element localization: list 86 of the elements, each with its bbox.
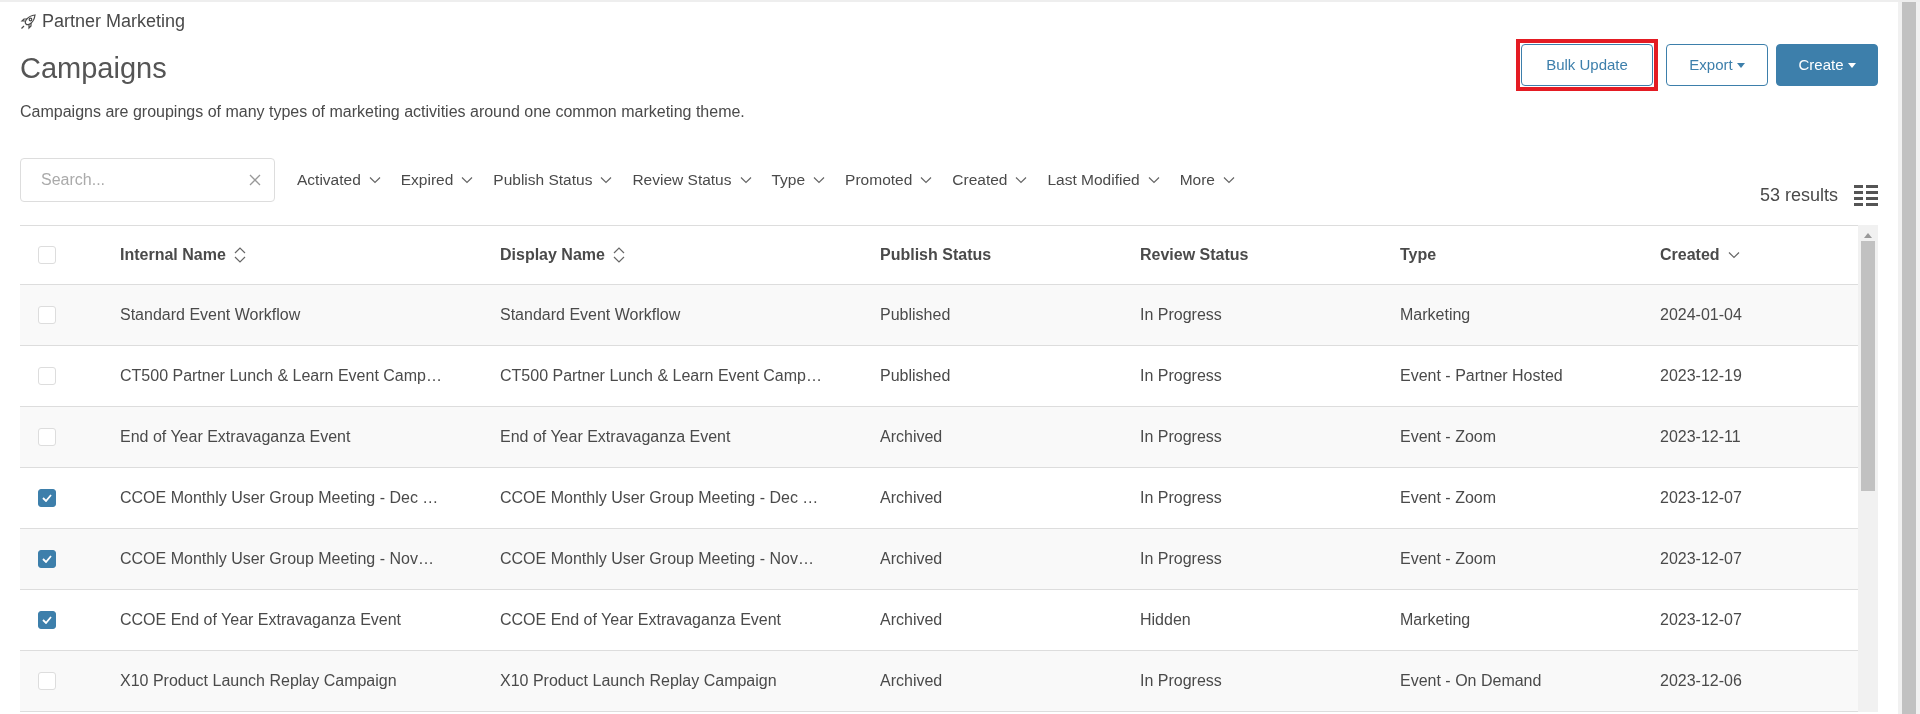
table-cell: CCOE End of Year Extravaganza Event — [120, 610, 402, 628]
table-cell: CT500 Partner Lunch & Learn Event Camp… — [120, 366, 442, 384]
outline-button[interactable]: Bulk Update — [1521, 44, 1653, 86]
checkmark-icon — [42, 554, 52, 563]
table-cell: CCOE Monthly User Group Meeting - Dec … — [120, 488, 439, 506]
outline-button[interactable]: Export — [1666, 44, 1768, 86]
table-cell: Archived — [880, 549, 943, 567]
filter-dropdown[interactable]: Last Modified — [1047, 168, 1160, 192]
table-cell: Archived — [880, 610, 943, 628]
table-cell: Event - Zoom — [1400, 427, 1497, 445]
filter-dropdown[interactable]: Created — [952, 168, 1028, 192]
table-cell: CCOE Monthly User Group Meeting - Nov… — [500, 549, 814, 567]
column-header[interactable]: Publish Status — [880, 242, 992, 267]
table-cell: Standard Event Workflow — [500, 305, 681, 323]
column-header[interactable]: Review Status — [1140, 242, 1249, 267]
table-cell: Archived — [880, 671, 943, 689]
filter-dropdown[interactable]: Expired — [400, 168, 474, 192]
breadcrumb-title: Partner Marketing — [42, 10, 186, 33]
table-cell: Event - Partner Hosted — [1400, 366, 1563, 384]
filter-dropdown[interactable]: Activated — [297, 168, 381, 192]
table-cell: In Progress — [1140, 366, 1222, 384]
filter-dropdown[interactable]: Publish Status — [493, 168, 613, 192]
table-cell: 2023-12-07 — [1660, 549, 1742, 567]
table-cell: Archived — [880, 488, 943, 506]
table-cell: 2023-12-11 — [1660, 427, 1741, 445]
chevron-down-icon[interactable] — [1727, 250, 1740, 259]
filter-dropdown[interactable]: Review Status — [632, 168, 752, 192]
filter-dropdown[interactable]: More — [1179, 168, 1235, 192]
chevron-down-icon — [600, 175, 613, 184]
table-cell: X10 Product Launch Replay Campaign — [120, 671, 397, 689]
chevron-down-icon — [1147, 175, 1160, 184]
checkbox[interactable] — [38, 488, 56, 507]
table-cell: Published — [880, 305, 951, 323]
table-cell: In Progress — [1140, 427, 1222, 445]
table-cell: Marketing — [1400, 610, 1471, 628]
table-cell: Marketing — [1400, 305, 1471, 323]
table-cell: End of Year Extravaganza Event — [120, 427, 351, 445]
filter-dropdown[interactable]: Promoted — [845, 168, 933, 192]
table-cell: CT500 Partner Lunch & Learn Event Camp… — [500, 366, 822, 384]
table-cell: 2023-12-06 — [1660, 671, 1742, 689]
table-cell: 2023-12-07 — [1660, 610, 1742, 628]
chevron-down-icon — [1223, 175, 1235, 184]
primary-button[interactable]: Create — [1776, 44, 1878, 86]
table-cell: 2023-12-19 — [1660, 366, 1742, 384]
rocket-icon — [20, 13, 36, 30]
checkmark-icon — [42, 615, 52, 624]
chevron-down-icon — [813, 175, 826, 184]
table-cell: Event - On Demand — [1400, 671, 1542, 689]
checkmark-icon — [42, 493, 52, 502]
filter-dropdown[interactable]: Type — [771, 168, 826, 192]
table-scrollbar[interactable] — [1858, 224, 1878, 712]
chevron-down-icon — [739, 175, 752, 184]
table-cell: Event - Zoom — [1400, 549, 1497, 567]
chevron-down-icon — [461, 175, 474, 184]
search-field[interactable]: Search... — [20, 157, 275, 202]
table-cell: End of Year Extravaganza Event — [500, 427, 731, 445]
page-description: Campaigns are groupings of many types of marketing activities around one common marketing theme. — [20, 101, 745, 122]
column-header[interactable]: Type — [1400, 242, 1437, 267]
column-header[interactable]: Internal Name — [120, 242, 226, 267]
table-cell: Archived — [880, 427, 943, 445]
table-cell: In Progress — [1140, 549, 1222, 567]
table-cell: Hidden — [1140, 610, 1191, 628]
table-cell: CCOE Monthly User Group Meeting - Dec … — [500, 488, 819, 506]
table-cell: Event - Zoom — [1400, 488, 1497, 506]
checkbox[interactable] — [38, 610, 56, 629]
page-scrollbar[interactable] — [1898, 2, 1920, 714]
table-cell: In Progress — [1140, 305, 1222, 323]
table-cell: Standard Event Workflow — [120, 305, 301, 323]
chevron-down-icon — [920, 175, 933, 184]
column-header[interactable]: Created — [1660, 242, 1720, 267]
clear-icon[interactable] — [249, 173, 261, 186]
page-title: Campaigns — [20, 51, 168, 86]
table-cell: 2024-01-04 — [1660, 305, 1742, 323]
table-cell: In Progress — [1140, 671, 1222, 689]
table-cell: 2023-12-07 — [1660, 488, 1742, 506]
table-cell: Published — [880, 366, 951, 384]
table-cell: CCOE Monthly User Group Meeting - Nov… — [120, 549, 434, 567]
table-cell: X10 Product Launch Replay Campaign — [500, 671, 777, 689]
chevron-down-icon — [1015, 175, 1028, 184]
checkbox[interactable] — [38, 549, 56, 568]
chevron-down-icon — [368, 175, 381, 184]
list-view-icon[interactable] — [1854, 184, 1878, 207]
table-cell: CCOE End of Year Extravaganza Event — [500, 610, 782, 628]
results-count: 53 results — [1759, 183, 1838, 207]
column-header[interactable]: Display Name — [500, 242, 605, 267]
table-cell: In Progress — [1140, 488, 1222, 506]
